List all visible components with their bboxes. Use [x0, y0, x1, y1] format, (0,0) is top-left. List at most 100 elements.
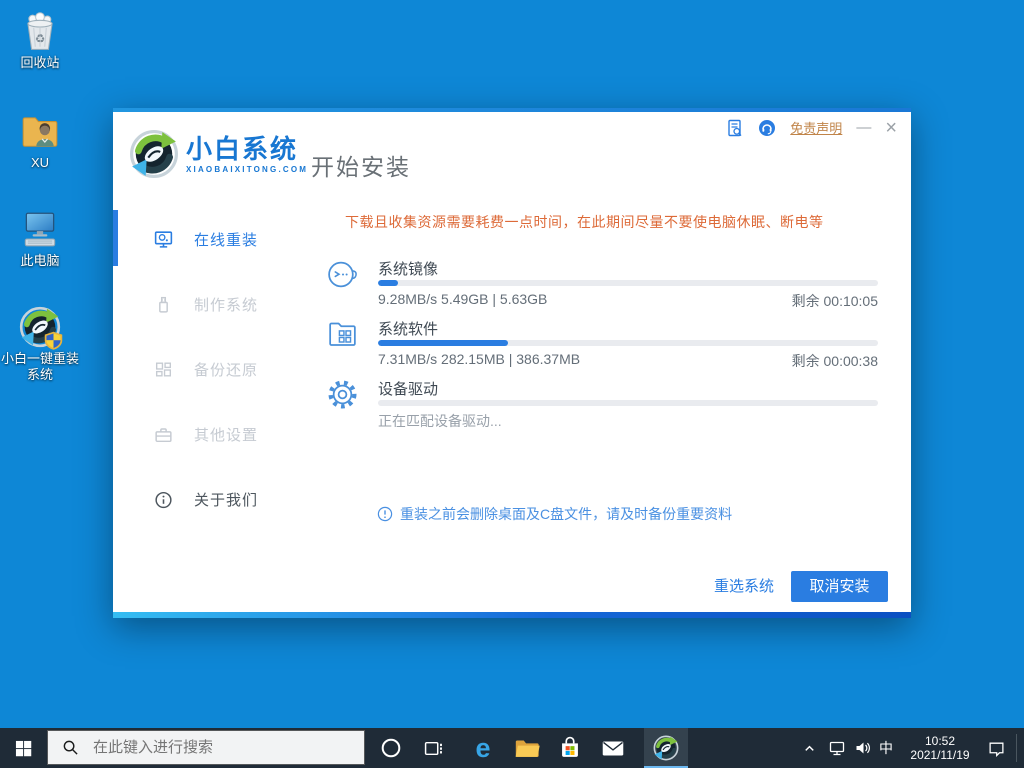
backup-warning: 重装之前会删除桌面及C盘文件，请及时备份重要资料 — [377, 504, 732, 524]
microsoft-store-icon — [556, 734, 584, 762]
sidebar-item-label: 制作系统 — [194, 294, 258, 315]
speaker-icon — [855, 740, 871, 756]
task-name: 系统软件 — [378, 318, 438, 339]
task-name: 设备驱动 — [378, 378, 438, 399]
info-icon — [153, 489, 174, 510]
grid-blocks-icon — [153, 359, 174, 380]
desktop-icon-label: 回收站 — [2, 55, 78, 71]
sidebar-item-backup-restore[interactable]: 备份还原 — [153, 356, 323, 382]
task-remaining: 剩余 00:00:38 — [792, 351, 878, 371]
sidebar-active-indicator — [113, 210, 118, 266]
window-bottom-accent — [113, 612, 911, 618]
desktop-icon-this-pc[interactable]: 此电脑 — [2, 208, 78, 269]
exclamation-circle-icon — [377, 506, 393, 522]
this-pc-icon — [19, 208, 61, 250]
reselect-system-button[interactable]: 重选系统 — [709, 571, 779, 602]
briefcase-icon — [153, 424, 174, 445]
microsoft-store-button[interactable] — [548, 728, 592, 768]
clock[interactable]: 10:52 2021/11/19 — [903, 728, 977, 768]
monitor-reinstall-icon — [153, 229, 174, 250]
user-folder-icon — [19, 110, 61, 152]
task-name: 系统镜像 — [378, 258, 438, 279]
xiaobai-taskbar-icon — [653, 735, 679, 761]
sidebar-item-label: 其他设置 — [194, 424, 258, 445]
file-explorer-button[interactable] — [505, 728, 549, 768]
brand-name: 小白系统 — [186, 135, 308, 163]
cortana-button[interactable] — [370, 728, 412, 768]
progress-fill — [378, 340, 508, 346]
network-tray-button[interactable] — [824, 728, 850, 768]
software-folder-icon — [325, 317, 360, 352]
cancel-install-button[interactable]: 取消安装 — [791, 571, 888, 602]
log-document-icon[interactable] — [726, 119, 744, 137]
task-view-button[interactable] — [411, 728, 455, 768]
app-logo: 小白系统 XIAOBAIXITONG.COM — [129, 129, 308, 179]
ime-label: 中 — [879, 738, 893, 758]
task-system-software: 系统软件 7.31MB/s 282.15MB | 386.37MB 剩余 00:… — [325, 316, 878, 372]
desktop-icon-recycle-bin[interactable]: ♻ 回收站 — [2, 10, 78, 71]
search-icon — [62, 739, 79, 756]
chevron-up-icon — [802, 741, 817, 756]
action-center-button[interactable] — [977, 728, 1015, 768]
taskbar-search-box[interactable] — [47, 730, 365, 765]
progress-bar-device-driver — [378, 400, 878, 406]
clock-date: 2021/11/19 — [910, 748, 969, 762]
usb-drive-icon — [153, 294, 174, 315]
progress-fill — [378, 280, 398, 286]
face-icon — [325, 257, 360, 292]
recycle-bin-icon: ♻ — [19, 10, 61, 52]
progress-bar-system-software — [378, 340, 878, 346]
sidebar-item-label: 备份还原 — [194, 359, 258, 380]
task-device-driver: 设备驱动 正在匹配设备驱动... — [325, 376, 878, 432]
gear-icon — [325, 377, 360, 412]
start-button[interactable] — [0, 728, 47, 768]
customer-service-icon[interactable] — [758, 119, 776, 137]
brand-domain: XIAOBAIXITONG.COM — [186, 165, 308, 174]
search-input[interactable] — [91, 738, 335, 757]
sidebar-item-label: 关于我们 — [194, 489, 258, 510]
desktop-icon-label: 此电脑 — [2, 253, 78, 269]
xiaobai-window: 小白系统 XIAOBAIXITONG.COM 开始安装 免责声明 — × — [113, 108, 911, 618]
close-button[interactable]: × — [885, 120, 897, 136]
file-explorer-icon — [513, 734, 541, 762]
page-title: 开始安装 — [311, 148, 411, 182]
windows-logo-icon — [15, 740, 32, 757]
edge-icon: e — [475, 733, 490, 763]
edge-button[interactable]: e — [461, 728, 505, 768]
window-top-accent — [113, 108, 911, 112]
sidebar-item-other-settings[interactable]: 其他设置 — [153, 421, 323, 447]
minimize-button[interactable]: — — [856, 120, 871, 136]
progress-bar-system-image — [378, 280, 878, 286]
sidebar-item-make-system[interactable]: 制作系统 — [153, 291, 323, 317]
backup-warning-text: 重装之前会删除桌面及C盘文件，请及时备份重要资料 — [400, 504, 732, 524]
disclaimer-link[interactable]: 免责声明 — [790, 118, 842, 137]
xiaobai-taskbar-button[interactable] — [644, 728, 688, 768]
sidebar-item-online-reinstall[interactable]: 在线重装 — [153, 226, 323, 252]
xiaobai-logo-icon — [129, 129, 179, 179]
download-tip: 下载且收集资源需要耗费一点时间，在此期间尽量不要使电脑休眠、断电等 — [345, 212, 885, 232]
desktop: ♻ 回收站 XU 此电脑 小白一键重装系统 — [0, 0, 1024, 768]
svg-text:♻: ♻ — [35, 34, 45, 46]
task-view-icon — [424, 739, 443, 758]
action-center-icon — [988, 740, 1005, 757]
desktop-icon-xiaobai-app[interactable]: 小白一键重装系统 — [2, 306, 78, 383]
mail-icon — [599, 734, 627, 762]
tray-overflow-button[interactable] — [796, 728, 822, 768]
network-icon — [829, 740, 845, 756]
task-stats: 9.28MB/s 5.49GB | 5.63GB — [378, 291, 547, 307]
cortana-icon — [380, 737, 402, 759]
sidebar-item-label: 在线重装 — [194, 229, 258, 250]
task-status: 正在匹配设备驱动... — [378, 411, 502, 431]
sidebar-item-about-us[interactable]: 关于我们 — [153, 486, 323, 512]
mail-button[interactable] — [591, 728, 635, 768]
xiaobai-app-icon — [19, 306, 61, 348]
taskbar: e — [0, 728, 1024, 768]
clock-time: 10:52 — [925, 734, 955, 748]
show-desktop-divider — [1016, 734, 1017, 762]
desktop-icon-label: 小白一键重装系统 — [0, 351, 81, 383]
desktop-icon-user-folder[interactable]: XU — [2, 110, 78, 171]
task-remaining: 剩余 00:10:05 — [792, 291, 878, 311]
ime-indicator[interactable]: 中 — [872, 728, 900, 768]
task-stats: 7.31MB/s 282.15MB | 386.37MB — [378, 351, 580, 367]
task-system-image: 系统镜像 9.28MB/s 5.49GB | 5.63GB 剩余 00:10:0… — [325, 256, 878, 312]
